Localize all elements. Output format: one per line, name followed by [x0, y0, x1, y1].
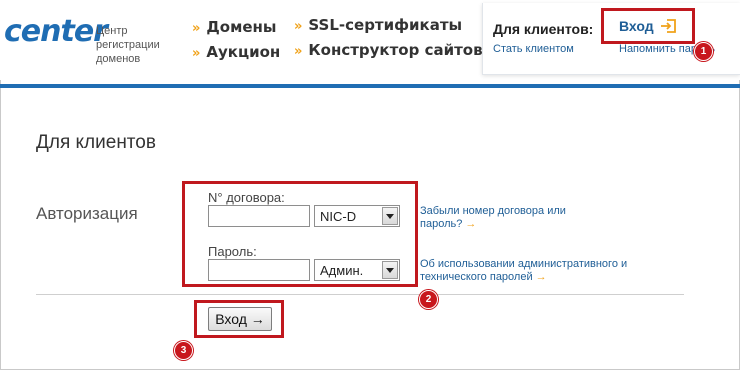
chevron-right-icon: » [294, 19, 303, 34]
nav-item-label: Конструктор сайтов [308, 41, 483, 59]
arrow-right-icon: → [535, 271, 547, 283]
form-divider [36, 294, 684, 295]
chevron-right-icon: » [192, 46, 201, 61]
chevron-right-icon: » [294, 44, 303, 59]
nav-column-2: » SSL-сертификаты » Конструктор сайтов [294, 16, 483, 66]
password-usage-link[interactable]: Об использовании административного и тех… [420, 258, 650, 284]
nav-item-auction[interactable]: » Аукцион [192, 43, 280, 61]
arrow-right-icon: → [465, 218, 477, 230]
logo[interactable]: center [4, 14, 108, 49]
annotation-badge-2: 2 [419, 290, 438, 309]
annotation-badge-3: 3 [174, 341, 193, 360]
client-panel-title: Для клиентов: [493, 21, 594, 37]
become-client-link[interactable]: Стать клиентом [493, 43, 574, 55]
nav-item-label: Аукцион [206, 43, 281, 61]
nav-item-label: Домены [206, 18, 277, 36]
annotation-badge-1: 1 [694, 42, 713, 61]
chevron-right-icon: » [192, 21, 201, 36]
nav-item-label: SSL-сертификаты [308, 16, 463, 34]
logo-subtitle: Центр регистрации доменов [96, 25, 160, 65]
annotation-box-1 [601, 8, 695, 44]
header-divider [0, 84, 740, 88]
annotation-box-3 [194, 300, 284, 338]
nav-item-domains[interactable]: » Домены [192, 18, 280, 36]
annotation-box-2 [182, 181, 418, 287]
forgot-credentials-text: Забыли номер договора или пароль? [420, 205, 566, 230]
nav-item-site-builder[interactable]: » Конструктор сайтов [294, 41, 483, 59]
forgot-credentials-link[interactable]: Забыли номер договора или пароль? → [420, 205, 570, 231]
section-label: Авторизация [36, 204, 138, 223]
nav-item-ssl[interactable]: » SSL-сертификаты [294, 16, 483, 34]
password-usage-text: Об использовании административного и тех… [420, 258, 628, 283]
nav-column-1: » Домены » Аукцион [192, 18, 280, 68]
page-title: Для клиентов [36, 132, 156, 153]
